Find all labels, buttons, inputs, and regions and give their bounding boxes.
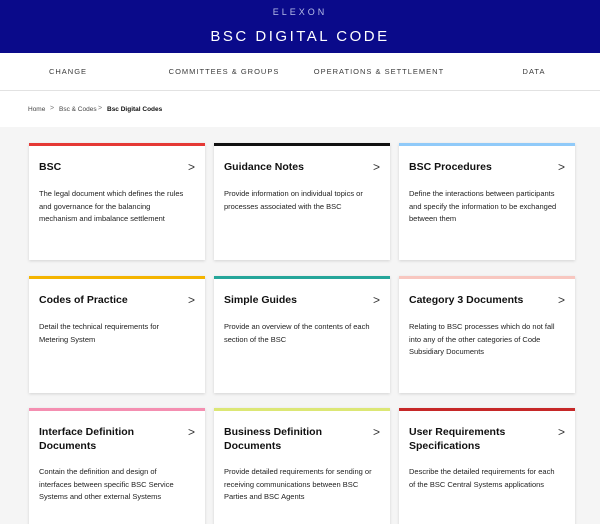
card-business-definition-documents[interactable]: Business Definition Documents > Provide …	[214, 408, 390, 524]
breadcrumb-bsc-codes-link[interactable]: Bsc & Codes	[59, 106, 97, 113]
nav-item-data[interactable]: DATA	[523, 67, 546, 76]
card-title: BSC Procedures	[409, 161, 492, 173]
chevron-right-icon[interactable]: >	[373, 160, 380, 174]
chevron-right-icon[interactable]: >	[558, 293, 565, 307]
card-title: Guidance Notes	[224, 161, 304, 173]
card-title: Interface Definition Documents	[39, 426, 135, 452]
card-description: Provide an overview of the contents of e…	[224, 322, 370, 344]
chevron-right-icon[interactable]: >	[373, 425, 380, 439]
card-codes-of-practice[interactable]: Codes of Practice > Detail the technical…	[29, 276, 205, 393]
card-title: Category 3 Documents	[409, 294, 524, 306]
breadcrumb-chevron-icon: >	[98, 105, 103, 112]
card-description: Contain the definition and design of int…	[39, 467, 174, 501]
card-category-3-documents[interactable]: Category 3 Documents > Relating to BSC p…	[399, 276, 575, 393]
chevron-right-icon[interactable]: >	[188, 293, 195, 307]
site-header: ELEXON BSC DIGITAL CODE	[0, 0, 600, 53]
card-description: Relating to BSC processes which do not f…	[409, 322, 555, 356]
chevron-right-icon[interactable]: >	[188, 160, 195, 174]
chevron-right-icon[interactable]: >	[373, 293, 380, 307]
card-description: Describe the detailed requirements for e…	[409, 467, 555, 489]
card-interface-definition-documents[interactable]: Interface Definition Documents > Contain…	[29, 408, 205, 524]
nav-item-change[interactable]: CHANGE	[49, 67, 87, 76]
card-description: The legal document which defines the rul…	[39, 189, 184, 223]
card-title: Codes of Practice	[39, 294, 128, 306]
chevron-right-icon[interactable]: >	[558, 425, 565, 439]
nav-item-operations-settlement[interactable]: OPERATIONS & SETTLEMENT	[314, 67, 444, 76]
card-user-requirements-specifications[interactable]: User Requirements Specifications > Descr…	[399, 408, 575, 524]
page-title: BSC DIGITAL CODE	[210, 28, 390, 45]
card-bsc-procedures[interactable]: BSC Procedures > Define the interactions…	[399, 143, 575, 260]
card-description: Detail the technical requirements for Me…	[39, 322, 160, 344]
breadcrumb-home-link[interactable]: Home	[28, 106, 45, 113]
card-guidance-notes[interactable]: Guidance Notes > Provide information on …	[214, 143, 390, 260]
card-title: BSC	[39, 161, 62, 173]
breadcrumb-current: Bsc Digital Codes	[107, 106, 163, 113]
card-description: Provide information on individual topics…	[224, 189, 363, 211]
card-simple-guides[interactable]: Simple Guides > Provide an overview of t…	[214, 276, 390, 393]
breadcrumb-chevron-icon: >	[50, 105, 55, 112]
card-description: Provide detailed requirements for sendin…	[224, 467, 372, 501]
card-title: Business Definition Documents	[224, 426, 323, 452]
chevron-right-icon[interactable]: >	[558, 160, 565, 174]
breadcrumb: Home > Bsc & Codes > Bsc Digital Codes	[0, 91, 600, 127]
card-description: Define the interactions between particip…	[409, 189, 557, 223]
elexon-logo[interactable]: ELEXON	[0, 7, 600, 17]
main-nav: CHANGE COMMITTEES & GROUPS OPERATIONS & …	[0, 53, 600, 91]
card-title: User Requirements Specifications	[409, 426, 506, 452]
card-bsc[interactable]: BSC > The legal document which defines t…	[29, 143, 205, 260]
nav-item-committees-groups[interactable]: COMMITTEES & GROUPS	[169, 67, 280, 76]
chevron-right-icon[interactable]: >	[188, 425, 195, 439]
card-title: Simple Guides	[224, 294, 297, 306]
